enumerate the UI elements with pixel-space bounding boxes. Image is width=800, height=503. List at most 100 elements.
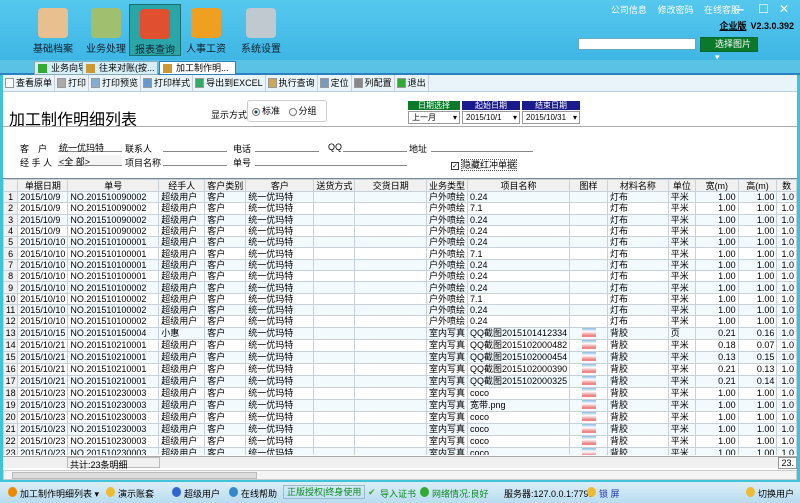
toolbar-button-4[interactable]: 导出到EXCEL xyxy=(193,75,266,91)
toolbar-button-8[interactable]: 退出 xyxy=(395,75,429,91)
nav-basket[interactable]: 基础档案 xyxy=(27,4,79,56)
table-row[interactable]: 18 2015/10/23 NO.201510230003 超级用户 客户 统一优玛特 室内… xyxy=(3,386,797,400)
table-row[interactable]: 5 2015/10/10 NO.201510100001 超级用户 客户 统一优玛特 户外喷… xyxy=(3,236,797,249)
table-row[interactable]: 4 2015/10/9 NO.201510090002 超级用户 客户 统一优玛特 户外喷绘… xyxy=(3,224,797,238)
table-cell: 统一优玛特 xyxy=(245,410,315,424)
minimize-icon[interactable]: ‒ xyxy=(737,2,744,16)
contact-field[interactable] xyxy=(163,141,227,152)
column-header[interactable]: 宽(m) xyxy=(694,179,739,192)
date-range-select[interactable]: 上一月 xyxy=(408,111,460,124)
column-header[interactable]: 业务类型 xyxy=(425,179,469,192)
table-row[interactable]: 1 2015/10/9 NO.201510090002 超级用户 客户 统一优玛特 户外喷绘… xyxy=(3,190,797,204)
home-icon xyxy=(38,64,47,73)
table-row[interactable]: 3 2015/10/9 NO.201510090002 超级用户 客户 统一优玛特 户外喷绘… xyxy=(3,213,797,226)
pick-image-button[interactable]: 选择图片 ▾ xyxy=(700,37,758,62)
close-icon[interactable]: ✕ xyxy=(779,2,789,16)
column-header[interactable]: 项目名称 xyxy=(467,179,571,192)
radio-standard[interactable]: 标准 xyxy=(252,106,280,116)
tab-processing-detail[interactable]: 加工制作明... xyxy=(159,61,236,75)
table-cell: 统一优玛特 xyxy=(245,434,315,448)
table-row[interactable]: 6 2015/10/10 NO.201510100001 超级用户 客户 统一优玛特 户外喷… xyxy=(3,247,797,260)
column-header[interactable]: 送货方式 xyxy=(313,179,356,192)
company-info-link[interactable]: 公司信息 xyxy=(611,5,647,15)
table-row[interactable]: 20 2015/10/23 NO.201510230003 超级用户 客户 统一优玛特 室内… xyxy=(3,410,797,424)
column-header[interactable]: 材料名称 xyxy=(606,179,669,192)
table-row[interactable]: 16 2015/10/21 NO.201510210001 超级用户 客户 统一优玛特 室内… xyxy=(3,362,797,376)
table-cell xyxy=(313,270,356,283)
end-date-picker[interactable]: 2015/10/31 xyxy=(522,111,580,124)
column-header[interactable]: 客户 xyxy=(245,179,315,192)
column-header[interactable]: 经手人 xyxy=(158,179,206,192)
table-row[interactable]: 8 2015/10/10 NO.201510100001 超级用户 客户 统一优玛特 户外喷… xyxy=(3,270,797,283)
table-cell xyxy=(569,190,608,204)
column-header[interactable]: 图样 xyxy=(569,179,608,192)
column-header[interactable]: 高(m) xyxy=(737,179,778,192)
table-cell: 0.21 xyxy=(694,326,739,340)
nav-calculator[interactable]: 业务处理 xyxy=(80,4,132,56)
status-help[interactable]: 在线帮助 xyxy=(229,487,277,500)
nav-gear[interactable]: 系统设置 xyxy=(235,4,287,56)
toolbar-button-7[interactable]: 列配置 xyxy=(352,75,395,91)
table-cell: 1.00 xyxy=(737,190,778,204)
table-row[interactable]: 10 2015/10/10 NO.201510100002 超级用户 客户 统一优玛特 户外… xyxy=(3,292,797,305)
table-cell xyxy=(569,350,608,364)
search-input[interactable] xyxy=(578,38,696,50)
calculator-icon xyxy=(91,8,121,38)
nav-person[interactable]: 人事工资 xyxy=(180,4,232,56)
table-cell: 背胶 xyxy=(606,398,669,412)
table-row[interactable]: 7 2015/10/10 NO.201510100001 超级用户 客户 统一优玛特 户外喷… xyxy=(3,258,797,272)
table-row[interactable]: 2 2015/10/9 NO.201510090002 超级用户 客户 统一优玛特 户外喷绘… xyxy=(3,202,797,215)
table-row[interactable]: 19 2015/10/23 NO.201510230003 超级用户 客户 统一优玛特 室内… xyxy=(3,398,797,412)
lock-screen-button[interactable]: 锁 屏 xyxy=(587,487,620,500)
nav-bar-chart[interactable]: 报表查询 xyxy=(129,4,181,56)
column-header[interactable] xyxy=(3,179,19,192)
project-field[interactable] xyxy=(163,155,227,166)
status-report-menu[interactable]: 加工制作明细列表 ▾ xyxy=(8,487,99,500)
table-row[interactable]: 22 2015/10/23 NO.201510230003 超级用户 客户 统一优玛特 室内… xyxy=(3,434,797,448)
table-cell: 2015/10/21 xyxy=(17,362,69,376)
status-account[interactable]: 演示账套 xyxy=(106,487,154,500)
table-cell: 超级用户 xyxy=(158,190,206,204)
import-cert-button[interactable]: ✔ 导入证书 xyxy=(368,487,416,500)
column-header[interactable]: 单号 xyxy=(67,179,160,192)
horizontal-scrollbar[interactable] xyxy=(3,470,797,480)
table-row[interactable]: 9 2015/10/10 NO.201510100002 超级用户 客户 统一优玛特 户外喷… xyxy=(3,281,797,294)
toolbar-button-3[interactable]: 打印样式 xyxy=(141,75,194,91)
status-user[interactable]: 超级用户 xyxy=(172,487,220,500)
column-header[interactable]: 客户类别 xyxy=(204,179,247,192)
toolbar-button-2[interactable]: 打印预览 xyxy=(89,75,142,91)
qq-field[interactable] xyxy=(343,141,407,152)
toolbar-button-5[interactable]: 执行查询 xyxy=(266,75,318,91)
table-row[interactable]: 15 2015/10/21 NO.201510210001 超级用户 客户 统一优玛特 室内… xyxy=(3,350,797,364)
hide-red-checkbox[interactable]: ✓ 隐藏红冲单据 xyxy=(451,158,518,171)
customer-field[interactable]: 统一优玛特 xyxy=(58,141,122,153)
table-row[interactable]: 12 2015/10/10 NO.201510100002 超级用户 客户 统一优玛特 户外… xyxy=(3,315,797,328)
column-header[interactable]: 单位 xyxy=(667,179,696,192)
online-service-link[interactable]: 在线客服 xyxy=(704,5,740,15)
address-field[interactable] xyxy=(431,141,533,152)
radio-group[interactable]: 分组 xyxy=(288,106,317,116)
table-cell: 客户 xyxy=(204,202,247,215)
maximize-icon[interactable]: ☐ xyxy=(758,2,769,16)
docno-field[interactable] xyxy=(255,155,407,166)
table-row[interactable]: 17 2015/10/21 NO.201510210001 超级用户 客户 统一优玛特 室内… xyxy=(3,374,797,388)
tab-reconciliation[interactable]: 往来对账(按... xyxy=(82,61,158,75)
change-password-link[interactable]: 修改密码 xyxy=(657,5,693,15)
handler-select[interactable]: <全 部> xyxy=(58,155,122,167)
start-date-picker[interactable]: 2015/10/1 xyxy=(462,111,520,124)
toolbar-button-1[interactable]: 打印 xyxy=(55,75,90,91)
table-row[interactable]: 11 2015/10/10 NO.201510100002 超级用户 客户 统一优玛特 户外… xyxy=(3,303,797,317)
toolbar-button-6[interactable]: 定位 xyxy=(318,75,352,91)
toolbar-button-0[interactable]: 查看原单 xyxy=(3,75,56,91)
table-row[interactable]: 14 2015/10/21 NO.201510210001 超级用户 客户 统一优玛特 室内… xyxy=(3,338,797,352)
basket-icon xyxy=(38,8,68,38)
phone-field[interactable] xyxy=(255,141,319,152)
column-header[interactable]: 单据日期 xyxy=(17,179,69,192)
column-header[interactable]: 交货日期 xyxy=(354,179,427,192)
table-row[interactable]: 23 2015/10/23 NO.201510230003 超级用户 客户 统一优玛特 室内… xyxy=(3,446,797,455)
column-header[interactable]: 数 xyxy=(776,179,797,192)
switch-user-button[interactable]: 切换用户 xyxy=(746,487,794,500)
table-row[interactable]: 21 2015/10/23 NO.201510230003 超级用户 客户 统一优玛特 室内… xyxy=(3,422,797,436)
scrollbar-thumb[interactable] xyxy=(12,472,257,479)
table-row[interactable]: 13 2015/10/15 NO.201510150004 小惠 客户 统一优玛特 室内写真… xyxy=(3,326,797,340)
